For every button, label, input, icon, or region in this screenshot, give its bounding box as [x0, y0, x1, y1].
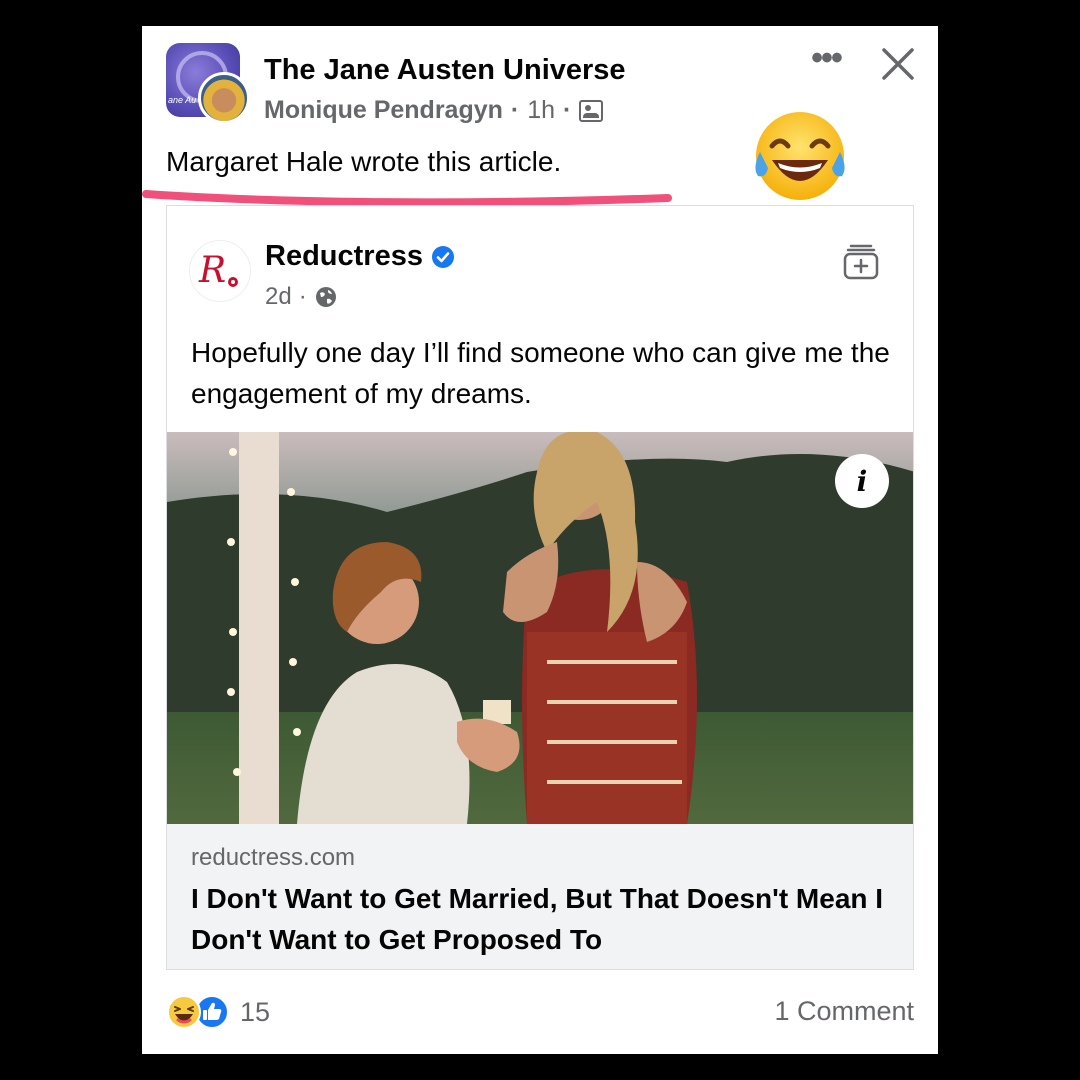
svg-text:R: R — [198, 250, 226, 291]
post-text: Margaret Hale wrote this article. — [166, 146, 562, 177]
members-icon — [579, 99, 604, 122]
page-name[interactable]: Reductress — [265, 240, 455, 273]
reactions-summary[interactable]: 15 — [166, 994, 270, 1030]
link-domain: reductress.com — [191, 844, 356, 871]
post-card: ane Au The Jane Austen Universe Monique … — [142, 26, 938, 1054]
page-name-text[interactable]: Reductress — [265, 240, 423, 273]
meta-separator: · — [510, 96, 520, 124]
haha-reaction-icon — [167, 995, 201, 1029]
shared-post-meta: 2d · — [265, 283, 338, 311]
group-name[interactable]: The Jane Austen Universe — [264, 54, 626, 87]
page-logo[interactable]: R — [189, 240, 251, 302]
article-photo[interactable]: i — [167, 432, 913, 824]
shared-post[interactable]: R Reductress 2d · Hopefully one day I’ll… — [166, 205, 914, 970]
author-name[interactable]: Monique Pendragyn — [264, 96, 503, 125]
post-time[interactable]: 1h — [527, 96, 555, 125]
tears-of-joy-emoji — [755, 112, 845, 200]
post-meta: Monique Pendragyn · 1h · — [264, 96, 604, 125]
globe-icon — [315, 287, 336, 307]
close-icon[interactable] — [880, 46, 916, 82]
group-avatar-text: ane Au — [168, 95, 197, 105]
link-title[interactable]: I Don't Want to Get Married, But That Do… — [191, 878, 891, 960]
proposal-photo-illustration — [167, 432, 913, 824]
meta-separator: · — [563, 96, 572, 124]
shared-post-time[interactable]: 2d — [265, 283, 292, 311]
meta-separator: · — [298, 283, 307, 310]
reaction-count: 15 — [240, 996, 271, 1027]
info-icon[interactable]: i — [835, 454, 889, 508]
comment-count[interactable]: 1 Comment — [774, 996, 914, 1027]
link-preview[interactable]: reductress.com I Don't Want to Get Marri… — [167, 824, 913, 969]
user-avatar[interactable] — [198, 72, 250, 124]
shared-post-caption: Hopefully one day I’ll find someone who … — [191, 337, 890, 409]
verified-icon — [431, 245, 454, 268]
save-icon[interactable] — [839, 240, 883, 284]
more-icon[interactable]: ••• — [806, 41, 846, 78]
reductress-logo-icon: R — [198, 250, 238, 291]
